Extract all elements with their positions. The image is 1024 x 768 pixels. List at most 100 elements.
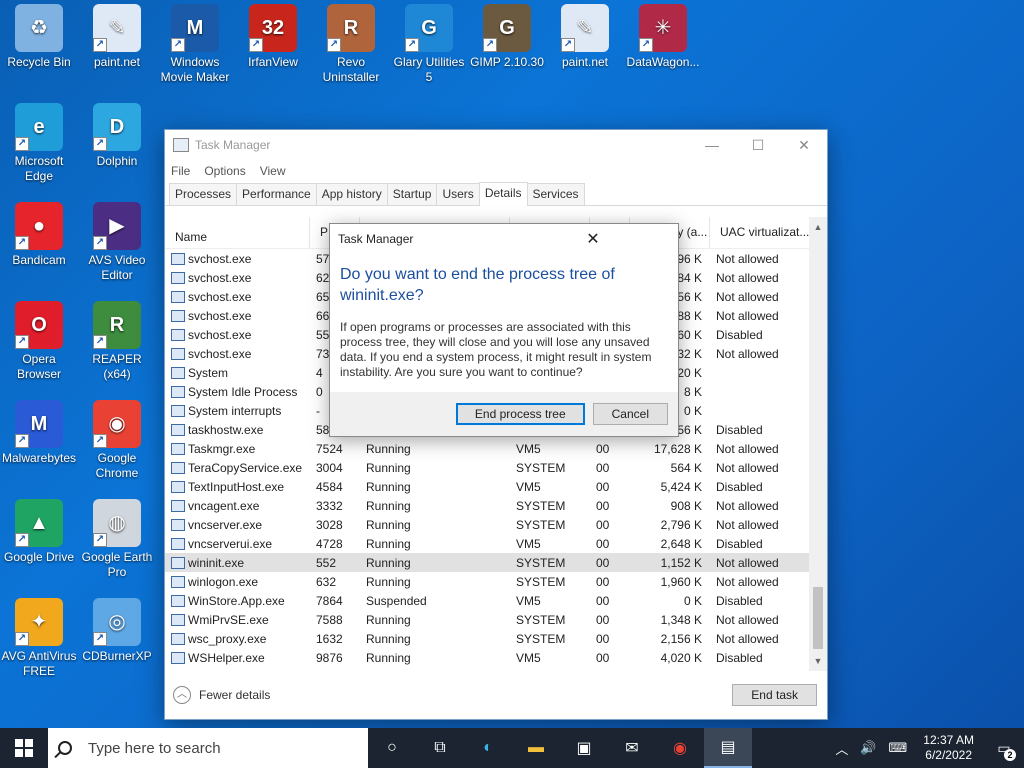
cortana-icon[interactable]: ○ bbox=[368, 728, 416, 768]
tab-details[interactable]: Details bbox=[478, 182, 528, 206]
cell-uac: Not allowed bbox=[716, 251, 779, 266]
process-icon bbox=[171, 556, 185, 569]
table-row[interactable]: WinStore.App.exe 7864 Suspended VM5 00 0 K Dis… bbox=[165, 591, 811, 610]
process-icon bbox=[171, 423, 185, 436]
desktop-icon[interactable]: ✎ ↗ paint.net bbox=[547, 4, 623, 70]
desktop-icon[interactable]: D ↗ Dolphin bbox=[79, 103, 155, 169]
shortcut-arrow-icon: ↗ bbox=[327, 38, 341, 52]
table-row[interactable]: vncserver.exe 3028 Running SYSTEM 00 2,796 K N… bbox=[165, 515, 811, 534]
desktop-icon[interactable]: ▶ ↗ AVS Video Editor bbox=[79, 202, 155, 283]
process-name: System bbox=[188, 365, 229, 380]
table-row[interactable]: TeraCopyService.exe 3004 Running SYSTEM 00 56… bbox=[165, 458, 811, 477]
chevron-up-icon[interactable]: ︿ bbox=[829, 739, 854, 758]
close-icon[interactable]: ✕ bbox=[781, 130, 827, 160]
vertical-scrollbar[interactable]: ▲ ▼ bbox=[809, 217, 827, 671]
desktop-icon[interactable]: ◉ ↗ Google Chrome bbox=[79, 400, 155, 481]
scroll-up-icon[interactable]: ▲ bbox=[809, 219, 827, 235]
desktop-icon[interactable]: ◎ ↗ CDBurnerXP bbox=[79, 598, 155, 664]
task-view-icon[interactable]: ⧉ bbox=[416, 728, 464, 768]
icon-glyph: ▲ bbox=[29, 511, 49, 534]
tab-startup[interactable]: Startup bbox=[386, 183, 438, 205]
desktop-icon[interactable]: ✦ ↗ AVG AntiVirus FREE bbox=[1, 598, 77, 679]
desktop-icon[interactable]: e ↗ Microsoft Edge bbox=[1, 103, 77, 184]
desktop-icon[interactable]: 32 ↗ IrfanView bbox=[235, 4, 311, 70]
table-row[interactable]: winlogon.exe 632 Running SYSTEM 00 1,960 K Not… bbox=[165, 572, 811, 591]
task-manager-taskbar-icon[interactable]: ▤ bbox=[704, 728, 752, 768]
cell-cpu: 00 bbox=[596, 612, 610, 627]
column-header-uac[interactable]: UAC virtualizat... bbox=[710, 217, 811, 248]
cell-status: Running bbox=[366, 441, 411, 456]
process-name: taskhostw.exe bbox=[188, 422, 264, 437]
table-row[interactable]: WmiPrvSE.exe 7588 Running SYSTEM 00 1,348 K No… bbox=[165, 610, 811, 629]
table-row[interactable]: wsc_proxy.exe 1632 Running SYSTEM 00 2,156 K N… bbox=[165, 629, 811, 648]
keyboard-icon[interactable]: ⌨ bbox=[883, 740, 914, 756]
store-icon[interactable]: ▣ bbox=[560, 728, 608, 768]
desktop-icon[interactable]: R ↗ Revo Uninstaller bbox=[313, 4, 389, 85]
desktop-icon[interactable]: ✳ ↗ DataWagon... bbox=[625, 4, 701, 70]
clock[interactable]: 12:37 AM 6/2/2022 bbox=[913, 733, 984, 763]
cancel-button[interactable]: Cancel bbox=[592, 403, 668, 425]
table-row[interactable]: vncagent.exe 3332 Running SYSTEM 00 908 K Not … bbox=[165, 496, 811, 515]
table-row[interactable]: wininit.exe 552 Running SYSTEM 00 1,152 K Not … bbox=[165, 553, 811, 572]
desktop-icon[interactable]: G ↗ Glary Utilities 5 bbox=[391, 4, 467, 85]
dialog-close-icon[interactable]: ✕ bbox=[508, 229, 678, 249]
desktop-icon[interactable]: R ↗ REAPER (x64) bbox=[79, 301, 155, 382]
desktop-icon[interactable]: ◍ ↗ Google Earth Pro bbox=[79, 499, 155, 580]
tab-app-history[interactable]: App history bbox=[315, 183, 388, 205]
chrome-taskbar-icon[interactable]: ◉ bbox=[656, 728, 704, 768]
tab-processes[interactable]: Processes bbox=[169, 183, 238, 205]
cell-uac: Disabled bbox=[716, 422, 763, 437]
menu-view[interactable]: View bbox=[260, 164, 286, 178]
cell-name: svchost.exe bbox=[165, 347, 310, 361]
minimize-icon[interactable]: — bbox=[689, 130, 735, 160]
table-row[interactable]: vncserverui.exe 4728 Running VM5 00 2,648 K Di… bbox=[165, 534, 811, 553]
task-manager-icon bbox=[173, 138, 189, 152]
taskbar-search-box[interactable]: Type here to search bbox=[48, 728, 368, 768]
end-process-tree-button[interactable]: End process tree bbox=[455, 403, 585, 425]
process-icon bbox=[171, 347, 185, 360]
desktop-icon[interactable]: M ↗ Malwarebytes bbox=[1, 400, 77, 466]
app-icon: G ↗ bbox=[483, 4, 531, 52]
process-name: vncserver.exe bbox=[188, 517, 263, 532]
desktop-icon[interactable]: G ↗ GIMP 2.10.30 bbox=[469, 4, 545, 70]
desktop-icon[interactable]: M ↗ Windows Movie Maker bbox=[157, 4, 233, 85]
table-row[interactable]: Taskmgr.exe 7524 Running VM5 00 17,628 K Not a… bbox=[165, 439, 811, 458]
mail-icon[interactable]: ✉ bbox=[608, 728, 656, 768]
process-name: System interrupts bbox=[188, 403, 282, 418]
table-row[interactable]: TextInputHost.exe 4584 Running VM5 00 5,424 K… bbox=[165, 477, 811, 496]
table-row[interactable]: WSHelper.exe 9876 Running VM5 00 4,020 K Disab… bbox=[165, 648, 811, 667]
cell-user: VM5 bbox=[516, 650, 541, 665]
desktop-icon[interactable]: ✎ ↗ paint.net bbox=[79, 4, 155, 70]
file-explorer-icon[interactable]: ▬ bbox=[512, 728, 560, 768]
desktop-icon[interactable]: ♻ Recycle Bin bbox=[1, 4, 77, 70]
title-bar[interactable]: Task Manager — ☐ ✕ bbox=[165, 130, 827, 160]
process-name: svchost.exe bbox=[188, 270, 252, 285]
tab-performance[interactable]: Performance bbox=[236, 183, 317, 205]
icon-glyph: ✎ bbox=[108, 16, 126, 39]
start-button[interactable] bbox=[0, 728, 48, 768]
volume-icon[interactable]: 🔊 bbox=[854, 740, 882, 756]
end-task-button[interactable]: End task bbox=[732, 684, 817, 706]
action-center-icon[interactable]: ▭ 2 bbox=[984, 740, 1024, 761]
menu-options[interactable]: Options bbox=[204, 164, 245, 178]
column-header-name[interactable]: Name bbox=[165, 217, 310, 248]
fewer-details-button[interactable]: ︿ Fewer details bbox=[173, 686, 270, 704]
cell-name: svchost.exe bbox=[165, 290, 310, 304]
scroll-thumb[interactable] bbox=[813, 587, 823, 649]
maximize-icon[interactable]: ☐ bbox=[735, 130, 781, 160]
icon-glyph: ♻ bbox=[30, 16, 48, 39]
cell-uac: Not allowed bbox=[716, 498, 779, 513]
scroll-down-icon[interactable]: ▼ bbox=[809, 653, 827, 669]
app-icon: ◉ ↗ bbox=[93, 400, 141, 448]
desktop-icon[interactable]: O ↗ Opera Browser bbox=[1, 301, 77, 382]
desktop-icon[interactable]: ● ↗ Bandicam bbox=[1, 202, 77, 268]
menu-file[interactable]: File bbox=[171, 164, 190, 178]
edge-taskbar-icon[interactable]: ◐ bbox=[464, 728, 512, 768]
process-name: System Idle Process bbox=[188, 384, 298, 399]
tab-users[interactable]: Users bbox=[436, 183, 480, 205]
clock-date: 6/2/2022 bbox=[925, 748, 972, 762]
cell-uac: Disabled bbox=[716, 593, 763, 608]
dialog-title-bar[interactable]: Task Manager ✕ bbox=[330, 224, 678, 254]
tab-services[interactable]: Services bbox=[526, 183, 585, 205]
desktop-icon[interactable]: ▲ ↗ Google Drive bbox=[1, 499, 77, 565]
